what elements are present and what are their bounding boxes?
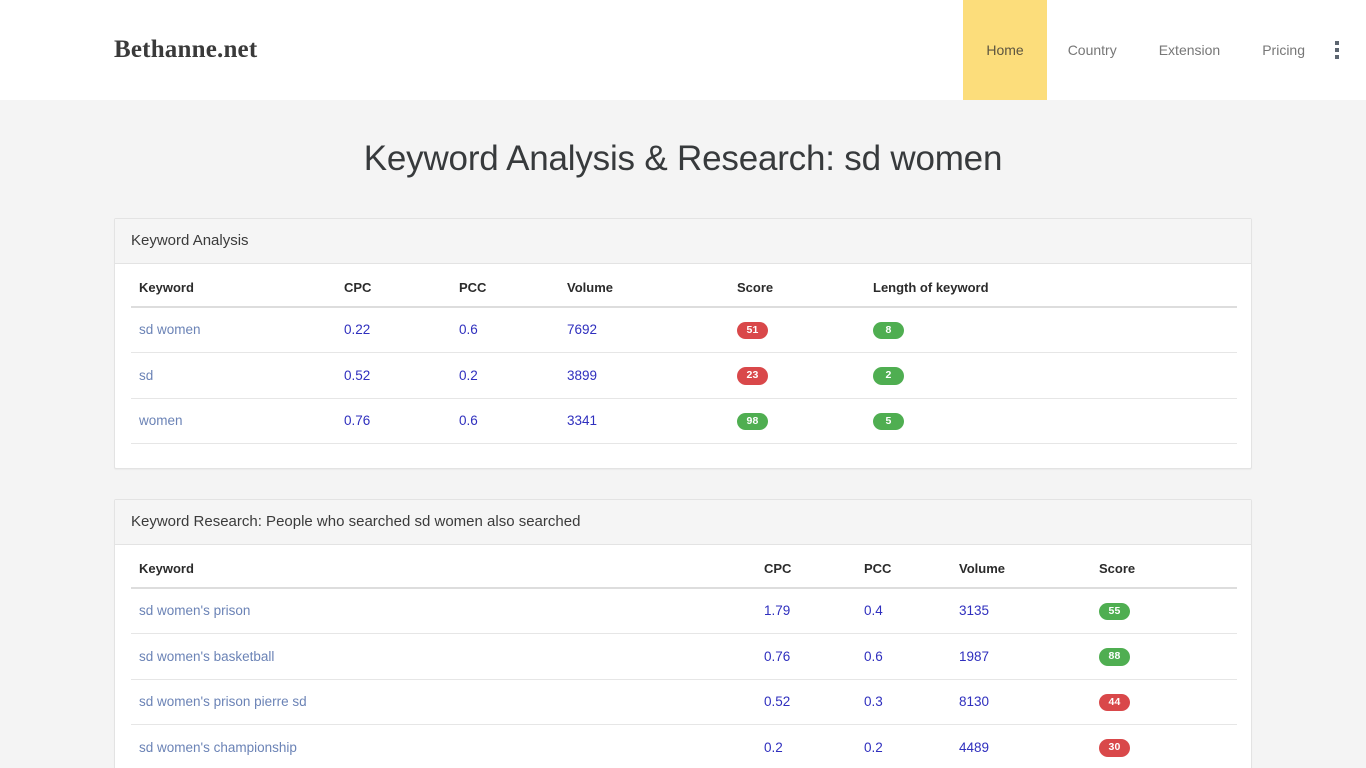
col-header-volume: Volume <box>951 544 1091 589</box>
table-row: sd women's prison 1.79 0.4 3135 55 <box>131 587 1237 634</box>
score-badge: 51 <box>737 321 768 339</box>
col-header-cpc: CPC <box>336 263 451 308</box>
col-header-score: Score <box>729 263 865 308</box>
cell-keyword: sd women's championship <box>131 724 756 768</box>
cell-score: 30 <box>1091 724 1237 768</box>
site-header: Bethanne.net Home Country Extension Pric… <box>0 0 1366 100</box>
panel-body-keyword-research: Keyword CPC PCC Volume Score sd women's … <box>115 544 1251 768</box>
cell-pcc: 0.2 <box>856 724 951 768</box>
col-header-keyword: Keyword <box>131 263 336 308</box>
nav-item-extension[interactable]: Extension <box>1138 0 1241 100</box>
cell-pcc: 0.2 <box>451 352 559 399</box>
panel-stack: Keyword Analysis Keyword CPC PCC Volume … <box>114 180 1252 768</box>
cell-score: 98 <box>729 398 865 444</box>
score-badge: 88 <box>1099 648 1130 666</box>
keyword-link[interactable]: women <box>139 413 183 428</box>
score-badge: 30 <box>1099 739 1130 757</box>
cell-volume: 7692 <box>559 306 729 353</box>
score-badge: 23 <box>737 367 768 385</box>
col-header-length: Length of keyword <box>865 263 1237 308</box>
cell-keyword: women <box>131 398 336 444</box>
col-header-cpc: CPC <box>756 544 856 589</box>
cell-keyword: sd women <box>131 306 336 353</box>
cell-keyword: sd women's prison <box>131 587 756 634</box>
cell-keyword: sd <box>131 352 336 399</box>
cell-keyword: sd women's basketball <box>131 633 756 680</box>
score-badge: 98 <box>737 412 768 430</box>
cell-keyword: sd women's prison pierre sd <box>131 679 756 725</box>
cell-score: 51 <box>729 306 865 353</box>
main-navigation: Home Country Extension Pricing <box>963 0 1366 100</box>
cell-score: 44 <box>1091 679 1237 725</box>
table-row: sd women's championship 0.2 0.2 4489 30 <box>131 724 1237 768</box>
table-row: sd 0.52 0.2 3899 23 2 <box>131 352 1237 399</box>
cell-pcc: 0.4 <box>856 587 951 634</box>
table-row: sd women's basketball 0.76 0.6 1987 88 <box>131 633 1237 680</box>
cell-score: 23 <box>729 352 865 399</box>
cell-pcc: 0.6 <box>856 633 951 680</box>
panel-heading-keyword-research: Keyword Research: People who searched sd… <box>115 500 1251 545</box>
col-header-keyword: Keyword <box>131 544 756 589</box>
table-row: sd women 0.22 0.6 7692 51 8 <box>131 306 1237 353</box>
keyword-link[interactable]: sd women <box>139 322 201 337</box>
keyword-link[interactable]: sd <box>139 368 153 383</box>
cell-score: 55 <box>1091 587 1237 634</box>
col-header-score: Score <box>1091 544 1237 589</box>
keyword-research-table: Keyword CPC PCC Volume Score sd women's … <box>131 544 1237 768</box>
length-badge: 5 <box>873 412 904 430</box>
cell-cpc: 0.52 <box>336 352 451 399</box>
keyword-link[interactable]: sd women's prison <box>139 603 250 618</box>
table-row: sd women's prison pierre sd 0.52 0.3 813… <box>131 679 1237 725</box>
score-badge: 44 <box>1099 693 1130 711</box>
cell-cpc: 0.2 <box>756 724 856 768</box>
table-header-row: Keyword CPC PCC Volume Score Length of k… <box>131 263 1237 308</box>
cell-volume: 3341 <box>559 398 729 444</box>
nav-item-pricing[interactable]: Pricing <box>1241 0 1326 100</box>
keyword-link[interactable]: sd women's prison pierre sd <box>139 694 307 709</box>
kebab-dots <box>1335 41 1339 59</box>
cell-score: 88 <box>1091 633 1237 680</box>
col-header-pcc: PCC <box>451 263 559 308</box>
keyword-analysis-table: Keyword CPC PCC Volume Score Length of k… <box>131 263 1237 445</box>
cell-volume: 3899 <box>559 352 729 399</box>
cell-pcc: 0.6 <box>451 398 559 444</box>
cell-length: 8 <box>865 306 1237 353</box>
panel-heading-keyword-analysis: Keyword Analysis <box>115 219 1251 264</box>
col-header-volume: Volume <box>559 263 729 308</box>
length-badge: 8 <box>873 321 904 339</box>
page-body: Keyword Analysis & Research: sd women Ke… <box>0 100 1366 768</box>
cell-length: 2 <box>865 352 1237 399</box>
cell-cpc: 1.79 <box>756 587 856 634</box>
keyword-link[interactable]: sd women's basketball <box>139 649 274 664</box>
table-header-row: Keyword CPC PCC Volume Score <box>131 544 1237 589</box>
cell-pcc: 0.3 <box>856 679 951 725</box>
panel-body-keyword-analysis: Keyword CPC PCC Volume Score Length of k… <box>115 263 1251 469</box>
cell-volume: 8130 <box>951 679 1091 725</box>
nav-item-home[interactable]: Home <box>963 0 1047 100</box>
page-title: Keyword Analysis & Research: sd women <box>363 139 1003 178</box>
table-row: women 0.76 0.6 3341 98 5 <box>131 398 1237 444</box>
cell-cpc: 0.76 <box>336 398 451 444</box>
panel-keyword-analysis: Keyword Analysis Keyword CPC PCC Volume … <box>114 218 1252 469</box>
site-logo[interactable]: Bethanne.net <box>114 36 257 64</box>
brand-wrap: Bethanne.net <box>0 0 257 100</box>
cell-pcc: 0.6 <box>451 306 559 353</box>
cell-length: 5 <box>865 398 1237 444</box>
panel-keyword-research: Keyword Research: People who searched sd… <box>114 499 1252 768</box>
cell-cpc: 0.76 <box>756 633 856 680</box>
more-vertical-icon[interactable] <box>1326 0 1366 100</box>
keyword-link[interactable]: sd women's championship <box>139 740 297 755</box>
cell-cpc: 0.52 <box>756 679 856 725</box>
nav-item-country[interactable]: Country <box>1047 0 1138 100</box>
cell-volume: 3135 <box>951 587 1091 634</box>
cell-volume: 1987 <box>951 633 1091 680</box>
score-badge: 55 <box>1099 602 1130 620</box>
cell-cpc: 0.22 <box>336 306 451 353</box>
cell-volume: 4489 <box>951 724 1091 768</box>
col-header-pcc: PCC <box>856 544 951 589</box>
length-badge: 2 <box>873 367 904 385</box>
